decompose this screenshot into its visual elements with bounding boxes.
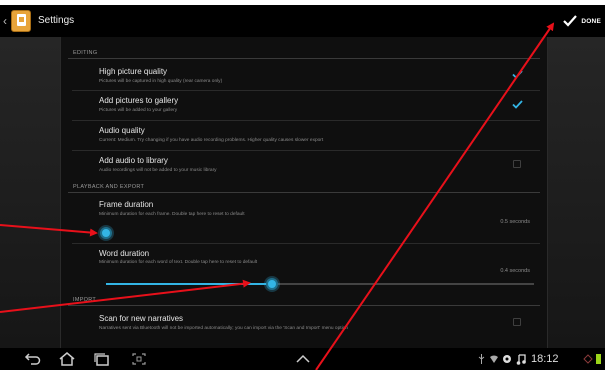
section-divider [68,305,540,306]
done-button[interactable]: DONE [562,13,601,29]
setting-title: Scan for new narratives [99,314,184,323]
row-divider [72,150,540,151]
usb-icon [478,354,485,364]
wifi-icon [490,355,498,363]
section-header-playback: PLAYBACK AND EXPORT [73,184,145,190]
home-icon[interactable] [58,351,76,367]
row-divider [72,90,540,91]
slider-thumb[interactable] [266,278,278,290]
music-note-icon [516,354,526,365]
setting-subtitle: Audio recordings will not be added to yo… [99,168,217,173]
screenshot-icon[interactable] [130,351,148,367]
app-icon[interactable] [11,10,31,32]
system-nav-bar: 18:12 [0,348,605,370]
battery-icon [596,354,601,364]
setting-subtitle: Narratives sent via Bluetooth will not b… [99,326,348,331]
setting-value: 0.5 seconds [500,219,530,225]
checkbox-checked-icon[interactable] [512,70,523,79]
setting-value: 0.4 seconds [500,268,530,274]
slider-fill [106,283,272,285]
setting-subtitle: Pictures will be captured in high qualit… [99,79,223,84]
done-label: DONE [581,17,601,25]
setting-title: Word duration [99,249,150,258]
setting-title: Add pictures to gallery [99,96,179,105]
recent-apps-icon[interactable] [93,351,111,367]
status-clock: 18:12 [531,353,559,365]
slider-thumb[interactable] [100,227,112,239]
setting-subtitle: Pictures will be added to your gallery [99,108,178,113]
setting-title: Frame duration [99,200,154,209]
section-divider [68,58,540,59]
section-header-editing: EDITING [73,50,98,56]
page-title: Settings [38,15,75,26]
screen: ‹ Settings DONE EDITING High picture qua… [0,0,605,370]
checkmark-icon [563,15,578,27]
checkbox-checked-icon[interactable] [512,100,523,109]
section-header-import: IMPORT [73,297,97,303]
headset-icon [503,355,511,363]
checkbox-unchecked[interactable] [513,160,521,168]
checkbox-unchecked[interactable] [513,318,521,326]
row-divider [72,120,540,121]
setting-title: Add audio to library [99,156,168,165]
setting-title: Audio quality [99,126,145,135]
setting-subtitle: Minimum duration for each word of text. … [99,260,258,265]
chevron-up-icon[interactable] [294,351,312,367]
setting-subtitle: Current: Medium. Try changing if you hav… [99,138,324,143]
up-caret-icon[interactable]: ‹ [3,13,11,29]
section-divider [68,192,540,193]
signal-icon [583,354,593,364]
action-bar: ‹ Settings DONE [0,5,605,37]
row-divider [72,243,540,244]
setting-subtitle: Minimum duration for each frame. Double … [99,212,245,217]
back-icon[interactable] [24,351,42,367]
setting-title: High picture quality [99,67,168,76]
